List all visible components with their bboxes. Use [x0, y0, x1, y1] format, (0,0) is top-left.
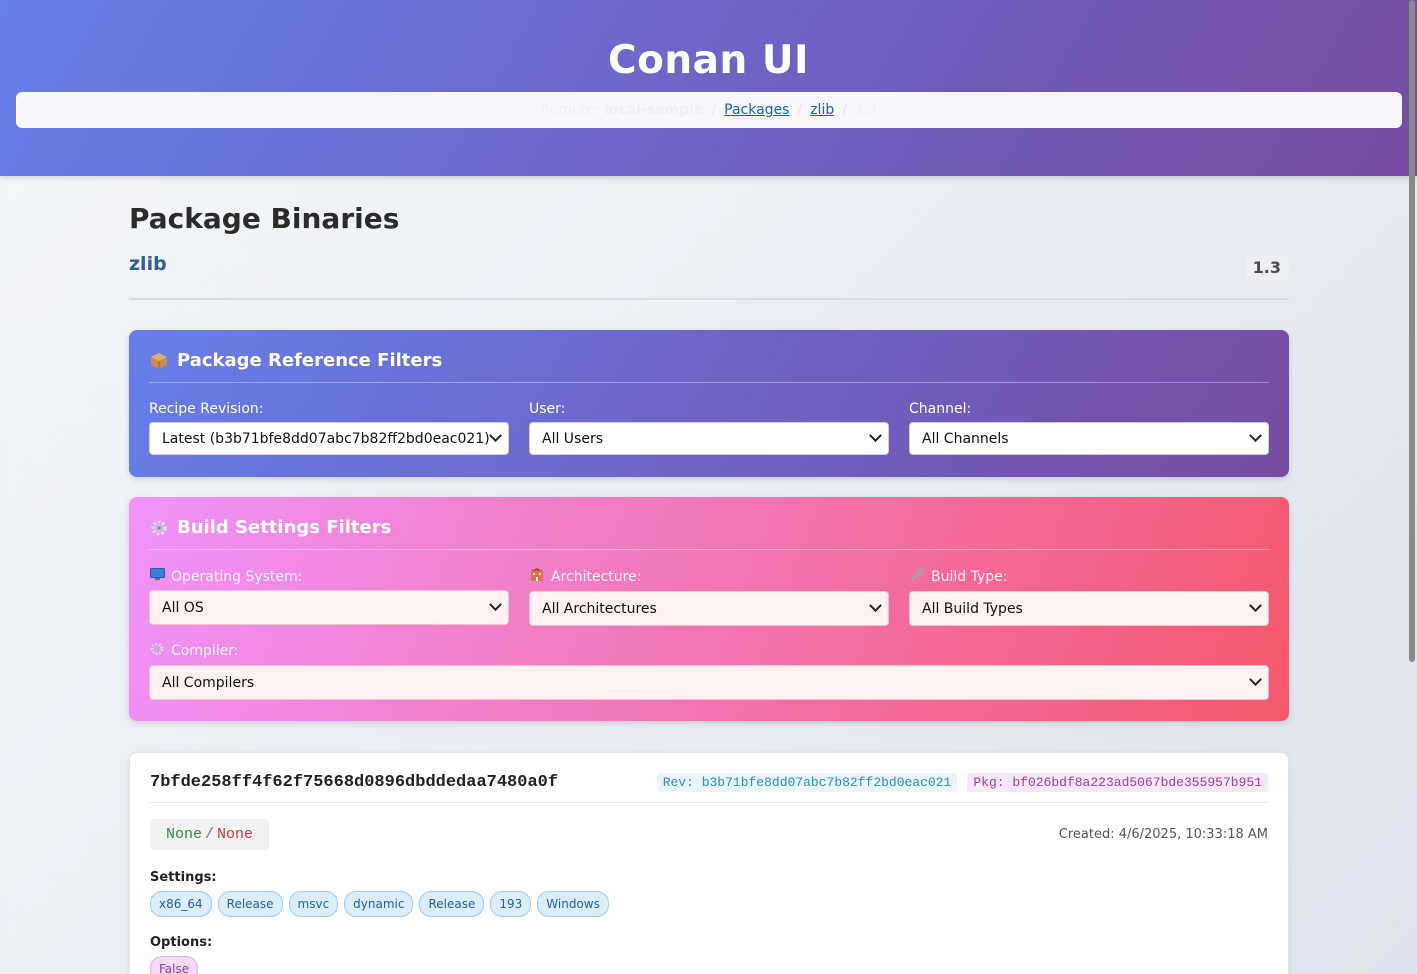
wrench-icon: [909, 568, 925, 586]
chevron-down-icon: [1249, 429, 1262, 443]
os-field: Operating System: All OS: [149, 568, 509, 626]
recipe-revision-label: Recipe Revision:: [149, 401, 264, 417]
options-label: Options:: [150, 935, 213, 950]
breadcrumb: Remote: local-sample / Packages / zlib /…: [16, 92, 1402, 128]
status-channel: None: [217, 826, 254, 843]
monitor-icon: [149, 568, 165, 585]
gear-icon: [149, 642, 165, 660]
package-reference-filters: Package Reference Filters Recipe Revisio…: [129, 330, 1289, 477]
user-field: User: All Users: [529, 401, 889, 455]
user-label: User:: [529, 401, 566, 417]
recipe-revision-field: Recipe Revision: Latest (b3b71bfe8dd07ab…: [149, 401, 509, 455]
setting-chip: dynamic: [344, 891, 414, 917]
build-type-select[interactable]: All Build Types: [909, 591, 1269, 626]
status-user: None: [166, 826, 203, 843]
architecture-label-text: Architecture:: [551, 569, 642, 585]
build-type-value: All Build Types: [922, 600, 1023, 617]
status-badge: None / None: [150, 819, 270, 850]
app-title: Conan UI: [607, 38, 810, 83]
channel-select[interactable]: All Channels: [909, 422, 1269, 455]
setting-chip: msvc: [288, 891, 339, 917]
main-content: Package Binaries zlib 1.3 Package Refere…: [129, 176, 1289, 974]
version-badge: 1.3: [1244, 254, 1289, 280]
chevron-down-icon: [1249, 673, 1262, 687]
ref-filters-title: Package Reference Filters: [149, 350, 1269, 383]
app-header: Conan UI Remote: local-sample / Packages…: [0, 0, 1417, 176]
os-select[interactable]: All OS: [149, 590, 509, 625]
architecture-field: Architecture: All Architectures: [529, 568, 889, 626]
ref-filters-title-text: Package Reference Filters: [177, 350, 443, 371]
option-chip: False: [150, 956, 199, 974]
recipe-revision-tag: Rev: b3b71bfe8dd07abc7b82ff2bd0eac021: [656, 773, 958, 792]
breadcrumb-version: 1.3: [854, 102, 878, 118]
os-label: Operating System:: [149, 568, 509, 585]
compiler-label: Compiler:: [149, 642, 1269, 660]
build-type-field: Build Type: All Build Types: [909, 568, 1269, 626]
settings-label: Settings:: [150, 870, 217, 885]
build-type-label: Build Type:: [909, 568, 1269, 586]
setting-chip: x86_64: [150, 891, 212, 917]
setting-chip: Windows: [537, 891, 609, 917]
binary-header: 7bfde258ff4f62f75668d0896dbddedaa7480a0f…: [150, 773, 1268, 803]
package-name: zlib: [129, 253, 167, 275]
binary-card: 7bfde258ff4f62f75668d0896dbddedaa7480a0f…: [129, 752, 1289, 974]
recipe-revision-select[interactable]: Latest (b3b71bfe8dd07abc7b82ff2bd0eac021…: [149, 422, 509, 455]
channel-label: Channel:: [909, 401, 972, 417]
package-icon: [149, 351, 169, 371]
build-filters-title: Build Settings Filters: [149, 517, 1269, 550]
breadcrumb-separator: /: [797, 102, 803, 118]
channel-field: Channel: All Channels: [909, 401, 1269, 455]
package-header: zlib 1.3: [129, 249, 1289, 280]
package-revision-tag: Pkg: bf026bdf8a223ad5067bde355957b951: [967, 773, 1268, 792]
breadcrumb-remote-name: local-sample: [603, 102, 704, 118]
architecture-value: All Architectures: [542, 600, 657, 617]
chevron-down-icon: [1249, 599, 1262, 613]
build-filters-title-text: Build Settings Filters: [177, 517, 392, 538]
user-select[interactable]: All Users: [529, 422, 889, 455]
recipe-revision-value: Latest (b3b71bfe8dd07abc7b82ff2bd0eac021…: [162, 430, 490, 447]
page-title: Package Binaries: [129, 202, 400, 235]
building-icon: [529, 568, 545, 586]
os-value: All OS: [162, 599, 204, 616]
status-row: None / None Created: 4/6/2025, 10:33:18 AM: [150, 819, 1268, 850]
scrollbar-thumb[interactable]: [1409, 0, 1415, 662]
user-value: All Users: [542, 430, 604, 447]
revision-tags: Rev: b3b71bfe8dd07abc7b82ff2bd0eac021 Pk…: [656, 773, 1268, 792]
channel-value: All Channels: [922, 430, 1009, 447]
created-timestamp: Created: 4/6/2025, 10:33:18 AM: [1058, 827, 1268, 842]
build-type-label-text: Build Type:: [931, 569, 1008, 585]
os-label-text: Operating System:: [171, 568, 303, 585]
breadcrumb-package-link[interactable]: zlib: [810, 102, 834, 118]
compiler-value: All Compilers: [162, 674, 255, 691]
chevron-down-icon: [869, 599, 882, 613]
setting-chip: 193: [490, 891, 532, 917]
setting-chip: Release: [419, 891, 485, 917]
breadcrumb-separator: /: [711, 102, 717, 118]
compiler-field: Compiler: All Compilers: [149, 642, 1269, 700]
chevron-down-icon: [489, 429, 502, 443]
status-separator: /: [205, 826, 215, 843]
breadcrumb-packages-link[interactable]: Packages: [724, 102, 789, 118]
architecture-label: Architecture:: [529, 568, 889, 586]
compiler-label-text: Compiler:: [171, 643, 239, 659]
setting-chip: Release: [217, 891, 283, 917]
options-chips: False: [150, 956, 1268, 974]
breadcrumb-remote: Remote: local-sample: [541, 102, 704, 118]
divider: [129, 298, 1289, 300]
gear-icon: [149, 518, 169, 538]
build-settings-filters: Build Settings Filters Operating System:…: [129, 497, 1289, 721]
settings-chips: x86_64 Release msvc dynamic Release 193 …: [150, 891, 1268, 917]
compiler-select[interactable]: All Compilers: [149, 665, 1269, 700]
architecture-select[interactable]: All Architectures: [529, 591, 889, 626]
breadcrumb-remote-prefix: Remote:: [540, 102, 600, 118]
package-id: 7bfde258ff4f62f75668d0896dbddedaa7480a0f: [150, 773, 559, 792]
chevron-down-icon: [489, 598, 502, 612]
chevron-down-icon: [869, 429, 882, 443]
breadcrumb-separator: /: [842, 102, 847, 118]
